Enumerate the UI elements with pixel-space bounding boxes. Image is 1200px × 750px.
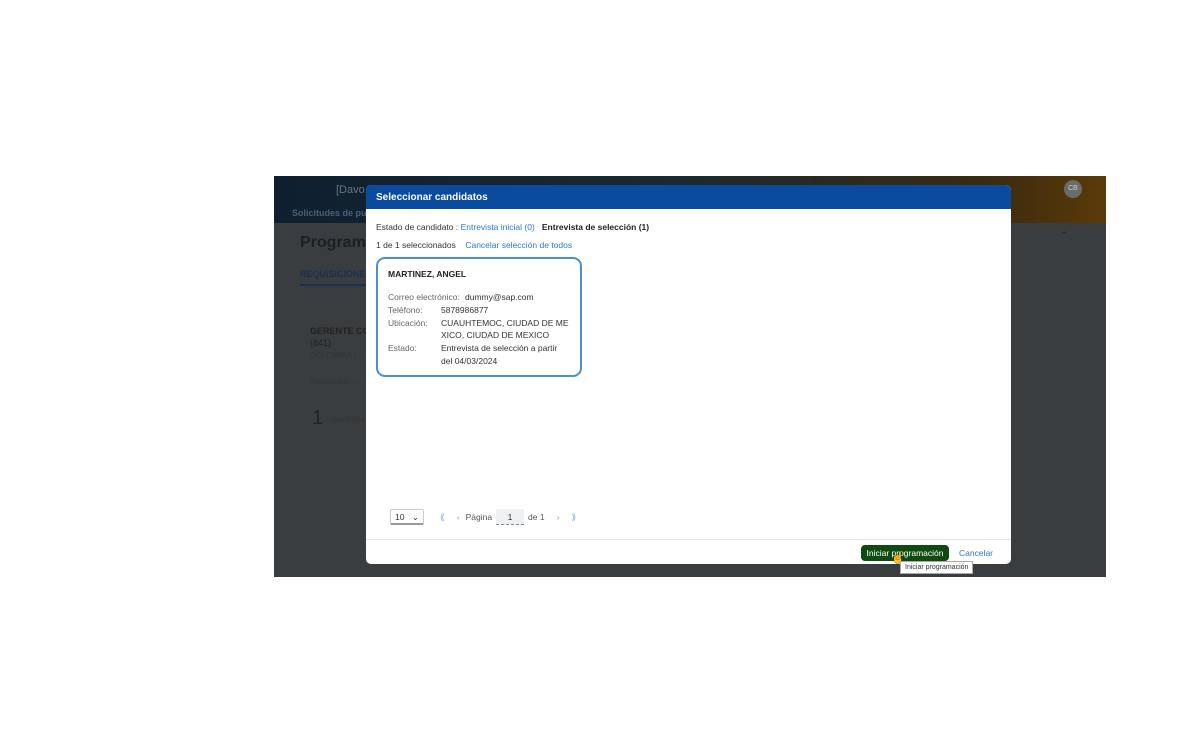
select-candidates-dialog: Seleccionar candidatos Estado de candida… xyxy=(366,185,1011,564)
status-label: Estado: xyxy=(388,343,417,354)
cancel-all-selection-link[interactable]: Cancelar selección de todos xyxy=(465,240,572,250)
pagination: 10 ⌄ ⟪ ‹ Página 1 de 1 › ⟫ xyxy=(390,509,588,525)
next-page-icon[interactable]: › xyxy=(557,512,560,522)
page-label: Página xyxy=(465,512,493,522)
first-page-icon[interactable]: ⟪ xyxy=(440,512,445,523)
status-label: Estado de candidato : xyxy=(376,222,459,232)
status-filter-initial[interactable]: Entrevista inicial (0) xyxy=(461,222,535,232)
cancel-button[interactable]: Cancelar xyxy=(959,548,993,558)
email-value: dummy@sap.com xyxy=(465,292,534,302)
candidate-name: MARTINEZ, ANGEL xyxy=(388,269,467,279)
status-filter-selection[interactable]: Entrevista de selección (1) xyxy=(542,222,649,232)
status-value: Entrevista de selección a partir del 04/… xyxy=(441,343,558,366)
tooltip: Iniciar programación xyxy=(900,561,974,574)
footer-divider xyxy=(366,539,1011,540)
page-total: de 1 xyxy=(528,512,545,522)
job-location: COLOMBIA | ... xyxy=(310,351,365,360)
avatar[interactable]: CB xyxy=(1064,180,1082,198)
location-label: Ubicación: xyxy=(388,317,428,328)
email-label: Correo electrónico: xyxy=(388,292,460,302)
tab-requisitions[interactable]: REQUISICIONE... xyxy=(300,269,373,279)
dialog-title: Seleccionar candidatos xyxy=(366,185,1011,209)
tab-indicator xyxy=(300,284,370,286)
location-value: CUAUHTEMOC, CIUDAD DE MEXICO, CIUDAD DE … xyxy=(441,317,569,341)
chevron-up-icon[interactable]: ⌃ xyxy=(1060,230,1068,241)
phone-value: 5878986877 xyxy=(441,304,489,315)
candidate-count: 1 xyxy=(312,407,324,429)
nav-menu[interactable]: Solicitudes de pu... xyxy=(292,208,374,218)
page-size-value: 10 xyxy=(395,512,405,522)
start-scheduling-button[interactable]: Iniciar programación xyxy=(861,545,949,561)
page-size-select[interactable]: 10 ⌄ xyxy=(390,509,424,525)
job-id: (841) xyxy=(310,338,332,348)
page-input[interactable]: 1 xyxy=(496,509,525,525)
previous-page-icon[interactable]: ‹ xyxy=(457,512,460,522)
candidate-card[interactable]: MARTINEZ, ANGEL Correo electrónico: dummy… xyxy=(376,257,582,377)
selected-count: 1 de 1 seleccionados xyxy=(376,240,456,250)
recruiter: Reclutador: ... xyxy=(310,377,360,386)
chevron-down-icon: ⌄ xyxy=(411,512,419,522)
last-page-icon[interactable]: ⟫ xyxy=(571,512,576,523)
phone-label: Teléfono: xyxy=(388,304,423,315)
